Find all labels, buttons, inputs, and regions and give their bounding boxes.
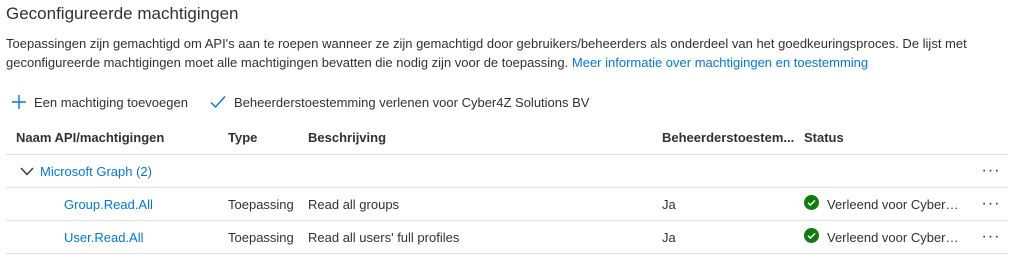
description-cell: Read all groups bbox=[308, 196, 400, 212]
status-badge: Verleend voor Cyber4Z Solutions BV bbox=[804, 228, 965, 246]
status-text: Verleend voor Cyber4Z Solutions BV bbox=[827, 229, 965, 245]
row-more-actions-button[interactable]: ··· bbox=[976, 221, 1006, 253]
status-cell: Verleend voor Cyber4Z Solutions BV bbox=[804, 188, 974, 220]
grant-admin-consent-label: Beheerderstoestemming verlenen voor Cybe… bbox=[233, 94, 590, 110]
permission-cell: Group.Read.All bbox=[16, 188, 226, 220]
table-row: User.Read.All Toepassing Read all users'… bbox=[6, 221, 1008, 254]
add-permission-label: Een machtiging toevoegen bbox=[34, 94, 188, 110]
status-cell: Verleend voor Cyber4Z Solutions BV bbox=[804, 221, 974, 253]
table-row: Group.Read.All Toepassing Read all group… bbox=[6, 188, 1008, 221]
permission-cell: User.Read.All bbox=[16, 221, 226, 253]
grant-admin-consent-button[interactable]: Beheerderstoestemming verlenen voor Cybe… bbox=[210, 94, 590, 110]
column-header-name[interactable]: Naam API/machtigingen bbox=[16, 120, 226, 154]
column-header-description[interactable]: Beschrijving bbox=[308, 120, 658, 154]
column-header-status[interactable]: Status bbox=[804, 120, 974, 154]
permissions-table: Naam API/machtigingen Type Beschrijving … bbox=[6, 120, 1008, 254]
section-title: Geconfigureerde machtigingen bbox=[6, 4, 239, 23]
permission-link[interactable]: User.Read.All bbox=[16, 230, 143, 245]
check-circle-icon bbox=[804, 195, 819, 213]
admin-consent-cell: Ja bbox=[662, 196, 676, 212]
ellipsis-icon: ··· bbox=[981, 162, 1001, 179]
chevron-down-icon bbox=[20, 164, 34, 179]
column-header-type[interactable]: Type bbox=[228, 120, 308, 154]
type-cell: Toepassing bbox=[228, 229, 294, 245]
command-bar: Een machtiging toevoegen Beheerderstoest… bbox=[12, 92, 589, 112]
ellipsis-icon: ··· bbox=[981, 228, 1001, 245]
ellipsis-icon: ··· bbox=[981, 195, 1001, 212]
row-more-actions-button[interactable]: ··· bbox=[976, 188, 1006, 220]
table-header-row: Naam API/machtigingen Type Beschrijving … bbox=[6, 120, 1008, 155]
check-circle-icon bbox=[804, 228, 819, 246]
add-permission-button[interactable]: Een machtiging toevoegen bbox=[12, 95, 188, 110]
permission-link[interactable]: Group.Read.All bbox=[16, 197, 153, 212]
column-header-admin-consent[interactable]: Beheerderstoestem... bbox=[662, 120, 804, 154]
description-cell: Read all users' full profiles bbox=[308, 229, 460, 245]
checkmark-icon bbox=[210, 95, 226, 109]
status-badge: Verleend voor Cyber4Z Solutions BV bbox=[804, 195, 965, 213]
api-group-toggle[interactable]: Microsoft Graph (2) bbox=[20, 155, 320, 187]
learn-more-link[interactable]: Meer informatie over machtigingen en toe… bbox=[572, 55, 868, 70]
api-group-row: Microsoft Graph (2) ··· bbox=[6, 155, 1008, 188]
section-description: Toepassingen zijn gemachtigd om API's aa… bbox=[6, 34, 1021, 72]
group-more-actions-button[interactable]: ··· bbox=[976, 155, 1006, 187]
plus-icon bbox=[12, 95, 26, 109]
api-group-label: Microsoft Graph (2) bbox=[40, 163, 152, 179]
status-text: Verleend voor Cyber4Z Solutions BV bbox=[827, 196, 965, 212]
configured-permissions-panel: Geconfigureerde machtigingen Toepassinge… bbox=[0, 0, 1034, 273]
type-cell: Toepassing bbox=[228, 196, 294, 212]
admin-consent-cell: Ja bbox=[662, 229, 676, 245]
